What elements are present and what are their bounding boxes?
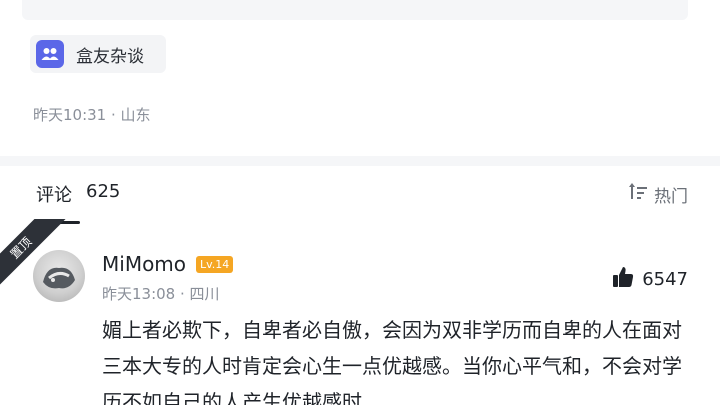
previous-content-bar — [22, 0, 688, 20]
comment-username[interactable]: MiMomo — [102, 252, 186, 276]
topic-tag-label: 盒友杂谈 — [76, 46, 144, 67]
previous-content-edge — [0, 0, 720, 22]
topic-tag[interactable]: 盒友杂谈 — [30, 35, 166, 73]
section-divider — [0, 156, 720, 166]
comment-text: 媚上者必欺下，自卑者必自傲，会因为双非学历而自卑的人在面对三本大专的人时肯定会心… — [102, 318, 682, 405]
sort-button[interactable]: 热门 — [629, 182, 688, 207]
post-meta: 昨天10:31 · 山东 — [33, 106, 151, 124]
comments-count: 625 — [86, 181, 121, 202]
avatar[interactable] — [33, 250, 85, 302]
sort-label: 热门 — [654, 187, 688, 207]
comment-meta: 昨天13:08 · 四川 — [102, 285, 220, 303]
sort-icon — [629, 183, 649, 206]
thumbs-up-icon — [612, 266, 634, 293]
level-badge: Lv.14 — [196, 256, 234, 273]
like-count: 6547 — [642, 269, 688, 290]
group-icon — [36, 40, 64, 68]
like-button[interactable]: 6547 — [612, 266, 688, 293]
comments-header: 评论 625 — [36, 181, 120, 207]
comments-title: 评论 — [36, 185, 72, 206]
